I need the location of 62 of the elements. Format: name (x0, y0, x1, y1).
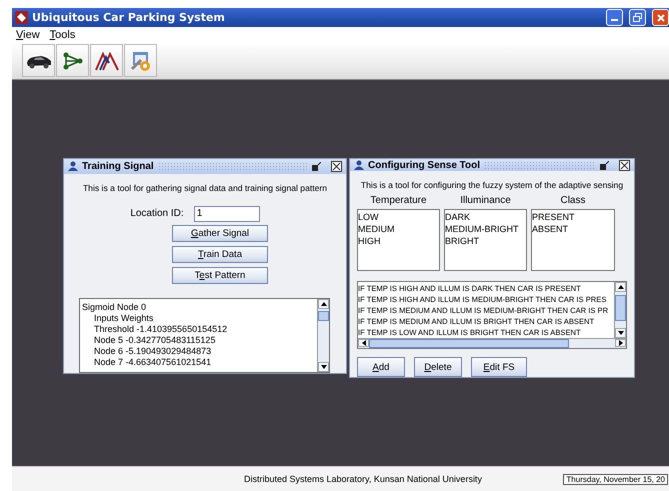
up-arrow-icon (320, 302, 326, 306)
field-label: Location ID: (130, 208, 184, 220)
action-button[interactable]: Train Data (172, 246, 268, 263)
output-line: Sigmoid Node 0 (82, 302, 146, 313)
minimize-button[interactable] (606, 9, 623, 26)
output-line: Node 7 -4.663407561021541 (94, 356, 212, 368)
action-button[interactable]: Test Pattern (172, 266, 268, 284)
restore-icon[interactable] (312, 162, 321, 171)
list-item[interactable]: MEDIUM (358, 223, 394, 235)
action-button[interactable]: Delete (414, 357, 462, 377)
restore-icon (633, 13, 642, 22)
down-arrow-icon (618, 331, 624, 335)
menu-item[interactable]: Tools (50, 28, 76, 40)
nodes-icon (62, 52, 84, 70)
left-arrow-icon (362, 340, 366, 346)
list-item[interactable]: MEDIUM-BRIGHT (445, 223, 518, 235)
list-item[interactable]: ABSENT (532, 223, 568, 235)
list-item[interactable]: LOW (358, 211, 379, 223)
user-icon (354, 160, 364, 170)
output-line: Node 6 -5.190493029484873 (94, 346, 212, 357)
list-item[interactable]: BRIGHT (445, 235, 480, 247)
horizontal-scrollbar[interactable] (358, 338, 626, 348)
close-icon[interactable] (331, 160, 342, 172)
restore-icon[interactable] (600, 160, 609, 170)
menu-item[interactable]: View (16, 28, 40, 40)
toolbar-button[interactable] (90, 44, 123, 77)
date-display: Thursday, November 15, 20 (563, 474, 668, 484)
list-item[interactable]: HIGH (358, 235, 380, 247)
maximize-button[interactable] (629, 9, 646, 26)
close-icon[interactable] (619, 160, 630, 170)
app-icon (15, 11, 28, 24)
scrollbar[interactable] (317, 298, 329, 372)
action-button[interactable]: Edit FS (471, 357, 527, 377)
frame-title: Configuring Sense Tool (368, 160, 480, 170)
close-icon (656, 14, 664, 22)
location-id-field[interactable]: 1 (194, 206, 260, 222)
frame-title: Training Signal (82, 160, 154, 172)
scroll-thumb[interactable] (615, 295, 626, 321)
toolbar-button[interactable] (22, 44, 55, 77)
close-button[interactable] (652, 9, 669, 26)
status-text: Distributed Systems Laboratory, Kunsan National University (244, 474, 482, 484)
column-heading: Class (560, 195, 586, 206)
down-arrow-icon (320, 365, 326, 369)
window-title: Ubiquitous Car Parking System (32, 11, 225, 24)
description: This is a tool for configuring the fuzzy system of the adaptive sensing (360, 180, 624, 191)
output-line: Node 5 -0.3427705483115125 (94, 334, 216, 346)
user-icon (68, 161, 78, 172)
column-heading: Temperature (370, 195, 427, 206)
list-item[interactable]: DARK (445, 211, 470, 223)
output-line: Inputs Weights (94, 312, 154, 324)
up-arrow-icon (618, 285, 624, 289)
action-button[interactable]: Gather Signal (172, 224, 268, 242)
toolbar-button[interactable] (56, 44, 89, 77)
description: This is a tool for gathering signal data and training signal pattern (82, 182, 328, 194)
output-line: Threshold -1.4103955650154512 (94, 324, 228, 335)
right-arrow-icon (618, 340, 622, 346)
action-button[interactable]: Add (357, 357, 405, 377)
list-item[interactable]: PRESENT (532, 211, 575, 223)
column-heading: Illuminance (460, 195, 511, 206)
scrollbar[interactable] (614, 282, 626, 338)
scroll-thumb[interactable] (318, 310, 329, 321)
peaks-icon (94, 50, 118, 70)
